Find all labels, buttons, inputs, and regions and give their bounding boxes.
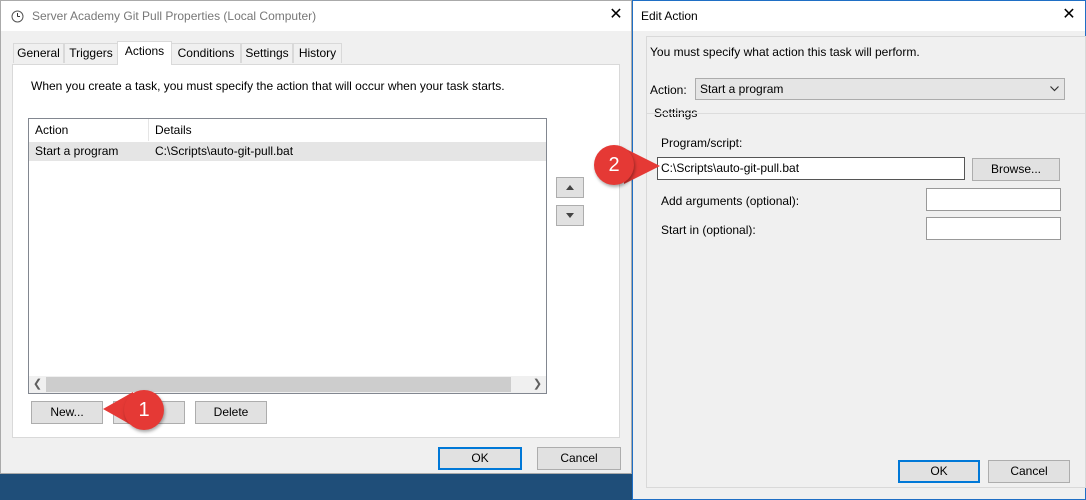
callout-two: 2 [594, 145, 634, 185]
properties-close-icon[interactable]: ✕ [606, 5, 626, 25]
horizontal-scrollbar[interactable]: ❮ ❯ [29, 376, 546, 393]
add-arguments-input[interactable] [926, 188, 1061, 211]
move-down-button[interactable] [556, 205, 584, 226]
start-in-input[interactable] [926, 217, 1061, 240]
callout-one: 1 [124, 390, 164, 430]
row-details-cell: C:\Scripts\auto-git-pull.bat [155, 144, 294, 158]
scroll-right-icon[interactable]: ❯ [529, 376, 546, 393]
properties-cancel-button[interactable]: Cancel [537, 447, 621, 470]
edit-action-body: You must specify what action this task w… [646, 36, 1086, 488]
add-arguments-label: Add arguments (optional): [661, 194, 800, 208]
new-button[interactable]: New... [31, 401, 103, 424]
edit-action-window: Edit Action ✕ You must specify what acti… [632, 0, 1086, 500]
program-script-input[interactable]: C:\Scripts\auto-git-pull.bat [657, 157, 965, 180]
action-label: Action: [650, 83, 687, 97]
edit-cancel-button[interactable]: Cancel [988, 460, 1070, 483]
delete-button[interactable]: Delete [195, 401, 267, 424]
row-action-cell: Start a program [35, 144, 119, 158]
edit-ok-button[interactable]: OK [898, 460, 980, 483]
actions-tab-panel: When you create a task, you must specify… [12, 64, 620, 438]
move-up-button[interactable] [556, 177, 584, 198]
properties-title: Server Academy Git Pull Properties (Loca… [32, 9, 317, 23]
tab-history[interactable]: History [293, 43, 342, 63]
program-script-label: Program/script: [661, 136, 743, 150]
actions-intro-text: When you create a task, you must specify… [31, 79, 505, 93]
arrow-up-icon [566, 185, 574, 191]
browse-button[interactable]: Browse... [972, 158, 1060, 181]
column-header-action[interactable]: Action [29, 119, 149, 141]
arrow-down-icon [566, 213, 574, 219]
edit-action-titlebar: Edit Action ✕ [633, 1, 1085, 31]
action-select[interactable]: Start a program [695, 78, 1065, 100]
clock-icon [11, 10, 24, 23]
scroll-left-icon[interactable]: ❮ [29, 376, 46, 393]
edit-action-intro: You must specify what action this task w… [650, 45, 920, 59]
properties-ok-button[interactable]: OK [438, 447, 522, 470]
tab-actions[interactable]: Actions [117, 41, 172, 65]
tab-settings[interactable]: Settings [241, 43, 293, 63]
scrollbar-thumb[interactable] [46, 377, 511, 392]
actions-list[interactable]: Action Details Start a program C:\Script… [28, 118, 547, 394]
properties-window: Server Academy Git Pull Properties (Loca… [0, 0, 632, 474]
action-select-value: Start a program [700, 82, 784, 96]
edit-action-close-icon[interactable]: ✕ [1059, 5, 1079, 25]
edit-action-title: Edit Action [641, 9, 698, 23]
chevron-down-icon [1050, 86, 1059, 92]
tab-general[interactable]: General [13, 43, 64, 63]
column-header-details[interactable]: Details [149, 119, 552, 141]
properties-titlebar: Server Academy Git Pull Properties (Loca… [1, 1, 631, 31]
tab-triggers[interactable]: Triggers [64, 43, 118, 63]
table-row[interactable]: Start a program C:\Scripts\auto-git-pull… [29, 142, 546, 161]
tab-conditions[interactable]: Conditions [171, 43, 241, 63]
start-in-label: Start in (optional): [661, 223, 756, 237]
